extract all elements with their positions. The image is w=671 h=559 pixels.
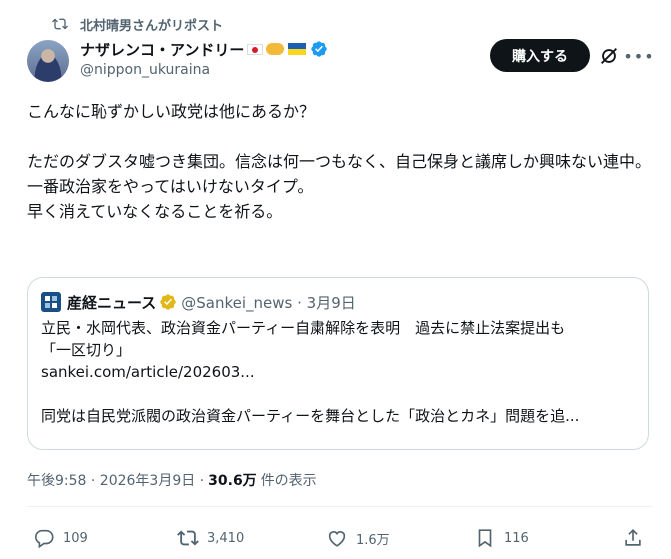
reply-count: 109 [63, 530, 88, 546]
quote-author-name[interactable]: 産経ニュース [67, 292, 156, 313]
quote-headline-line-2: 「一区切り」 [41, 341, 132, 359]
author-display-name[interactable]: ナザレンコ・アンドリー [80, 39, 244, 60]
share-button[interactable] [622, 527, 652, 549]
quote-handle-date: @Sankei_news · 3月9日 [181, 293, 356, 312]
bookmark-button[interactable]: 116 [474, 527, 529, 549]
like-count: 1.6万 [356, 532, 390, 548]
verified-badge-icon[interactable] [310, 40, 328, 58]
quote-spacer [41, 383, 635, 405]
quote-body: 立民・水岡代表、政治資金パーティー自粛解除を表明 過去に禁止法案提出も 「一区切… [41, 317, 635, 427]
bookmark-icon [478, 529, 492, 548]
repost-button[interactable]: 3,410 [177, 527, 244, 549]
repost-indicator: 北村晴男さんがリポスト [50, 14, 223, 34]
quote-headline-line-1: 立民・水岡代表、政治資金パーティー自粛解除を表明 過去に禁止法案提出も [41, 319, 566, 337]
ukraine-flag-icon [288, 43, 307, 55]
repost-label[interactable]: 北村晴男さんがリポスト [80, 15, 223, 34]
divider [27, 506, 652, 507]
tweet-text: こんなに恥ずかしい政党は他にあるか？ ただのダブスタ嘘つき集団。信念は何一つもな… [27, 102, 652, 221]
avatar[interactable] [27, 40, 69, 82]
repost-count: 3,410 [207, 530, 245, 546]
tweet-meta: 午後9:58 · 2026年3月9日 · 30.6万 件の表示 [27, 470, 317, 490]
reply-icon [35, 529, 54, 549]
view-count-label: 件の表示 [260, 473, 317, 489]
more-icon[interactable]: ••• [623, 45, 653, 67]
quote-summary: 同党は自民党派閥の政治資金パーティーを舞台とした「政治とカネ」問題を追... [41, 407, 580, 425]
quote-card[interactable]: 産経ニュース @Sankei_news · 3月9日 立民・水岡代表、政治資金パ… [27, 277, 649, 450]
buy-button[interactable]: 購入する [490, 39, 590, 72]
author-name-row: ナザレンコ・アンドリー [80, 38, 328, 60]
handshake-icon [266, 43, 285, 55]
grok-icon[interactable] [598, 45, 620, 67]
bookmark-count: 116 [504, 530, 529, 546]
name-emoji-group [247, 40, 328, 58]
gold-verified-badge-icon [159, 293, 177, 311]
repost-action-icon [177, 530, 199, 546]
view-count: 30.6万 [208, 473, 257, 489]
tweet-timestamp[interactable]: 午後9:58 · 2026年3月9日 · [27, 470, 204, 490]
quote-link[interactable]: sankei.com/article/202603... [41, 361, 635, 383]
reply-button[interactable]: 109 [33, 527, 88, 549]
japan-flag-icon [247, 43, 264, 55]
quote-header: 産経ニュース @Sankei_news · 3月9日 [41, 291, 635, 313]
repost-icon [50, 16, 70, 32]
author-handle[interactable]: @nippon_ukuraina [80, 62, 210, 78]
like-icon [328, 531, 346, 547]
sankei-logo-icon [41, 292, 61, 312]
share-icon [625, 529, 641, 546]
like-button[interactable]: 1.6万 [326, 527, 390, 549]
